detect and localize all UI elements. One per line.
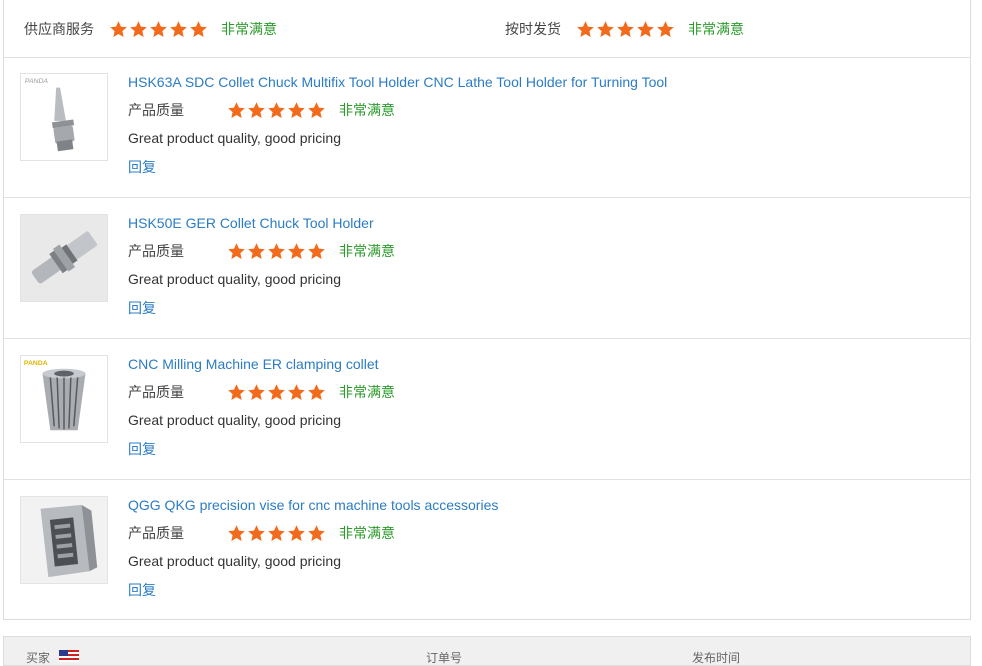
- star-icon: [227, 524, 247, 543]
- star-icon: [576, 20, 596, 39]
- star-icon: [247, 524, 267, 543]
- star-icon: [247, 101, 267, 120]
- star-icon: [129, 20, 149, 39]
- star-rating: [227, 383, 327, 402]
- star-rating: [227, 242, 327, 261]
- star-icon: [596, 20, 616, 39]
- satisfaction-text: 非常满意: [339, 243, 395, 259]
- reply-link[interactable]: 回复: [128, 157, 156, 177]
- star-icon: [616, 20, 636, 39]
- supplier-service-rating: 供应商服务 非常满意: [24, 19, 277, 39]
- star-icon: [267, 383, 287, 402]
- review-item: PANDA HSK63A SDC Collet Chuck Multifix T…: [4, 57, 970, 198]
- star-rating: [109, 20, 209, 39]
- reply-link[interactable]: 回复: [128, 580, 156, 600]
- collet-chuck-image: [21, 215, 107, 301]
- product-title-link[interactable]: HSK50E GER Collet Chuck Tool Holder: [128, 215, 374, 231]
- reply-link[interactable]: 回复: [128, 298, 156, 318]
- delivery-label: 按时发货: [505, 21, 561, 37]
- star-icon: [287, 101, 307, 120]
- star-icon: [169, 20, 189, 39]
- satisfaction-text: 非常满意: [688, 21, 744, 37]
- svg-text:PANDA: PANDA: [24, 360, 48, 367]
- order-label: 订单号: [426, 651, 463, 665]
- product-title-link[interactable]: CNC Milling Machine ER clamping collet: [128, 356, 379, 372]
- review-comment: Great product quality, good pricing: [128, 271, 341, 287]
- star-rating: [576, 20, 676, 39]
- star-icon: [227, 383, 247, 402]
- star-icon: [287, 524, 307, 543]
- star-rating: [227, 524, 327, 543]
- svg-text:PANDA: PANDA: [25, 78, 48, 85]
- product-thumbnail[interactable]: PANDA: [20, 73, 108, 161]
- quality-rating: 产品质量 非常满意: [128, 241, 395, 261]
- product-thumbnail[interactable]: [20, 214, 108, 302]
- star-icon: [267, 101, 287, 120]
- reply-link[interactable]: 回复: [128, 439, 156, 459]
- product-thumbnail[interactable]: [20, 496, 108, 584]
- supplier-service-label: 供应商服务: [24, 21, 94, 37]
- buyer-label: 买家: [26, 651, 51, 665]
- star-icon: [307, 101, 327, 120]
- product-title-link[interactable]: QGG QKG precision vise for cnc machine t…: [128, 497, 498, 513]
- star-icon: [247, 383, 267, 402]
- star-icon: [227, 101, 247, 120]
- quality-rating: 产品质量 非常满意: [128, 100, 395, 120]
- quality-label: 产品质量: [128, 102, 184, 118]
- star-icon: [307, 242, 327, 261]
- review-item: PANDA CNC Milling Machine ER clamping co…: [4, 339, 970, 480]
- review-item: QGG QKG precision vise for cnc machine t…: [4, 480, 970, 621]
- precision-vise-image: [21, 497, 107, 583]
- quality-label: 产品质量: [128, 525, 184, 541]
- star-icon: [267, 524, 287, 543]
- next-order-header: 买家 订单号 发布时间: [3, 636, 971, 666]
- satisfaction-text: 非常满意: [221, 21, 277, 37]
- star-icon: [227, 242, 247, 261]
- star-icon: [247, 242, 267, 261]
- star-icon: [656, 20, 676, 39]
- quality-rating: 产品质量 非常满意: [128, 523, 395, 543]
- satisfaction-text: 非常满意: [339, 384, 395, 400]
- star-icon: [636, 20, 656, 39]
- us-flag-icon: [59, 649, 79, 662]
- tool-holder-image: PANDA: [21, 74, 107, 160]
- review-comment: Great product quality, good pricing: [128, 130, 341, 146]
- quality-label: 产品质量: [128, 384, 184, 400]
- review-item: HSK50E GER Collet Chuck Tool Holder 产品质量…: [4, 198, 970, 339]
- rating-summary: 供应商服务 非常满意 按时发货 非常满意: [4, 0, 970, 58]
- quality-rating: 产品质量 非常满意: [128, 382, 395, 402]
- er-collet-image: PANDA: [21, 356, 107, 442]
- review-comment: Great product quality, good pricing: [128, 412, 341, 428]
- product-title-link[interactable]: HSK63A SDC Collet Chuck Multifix Tool Ho…: [128, 74, 667, 90]
- time-label: 发布时间: [692, 651, 741, 665]
- satisfaction-text: 非常满意: [339, 525, 395, 541]
- star-icon: [287, 242, 307, 261]
- product-thumbnail[interactable]: PANDA: [20, 355, 108, 443]
- delivery-rating: 按时发货 非常满意: [505, 19, 744, 39]
- star-icon: [307, 383, 327, 402]
- star-icon: [149, 20, 169, 39]
- star-icon: [267, 242, 287, 261]
- quality-label: 产品质量: [128, 243, 184, 259]
- star-icon: [109, 20, 129, 39]
- star-icon: [307, 524, 327, 543]
- satisfaction-text: 非常满意: [339, 102, 395, 118]
- review-comment: Great product quality, good pricing: [128, 553, 341, 569]
- star-rating: [227, 101, 327, 120]
- star-icon: [287, 383, 307, 402]
- feedback-panel: 供应商服务 非常满意 按时发货 非常满意 PANDA HSK63A SDC Co…: [3, 0, 971, 620]
- star-icon: [189, 20, 209, 39]
